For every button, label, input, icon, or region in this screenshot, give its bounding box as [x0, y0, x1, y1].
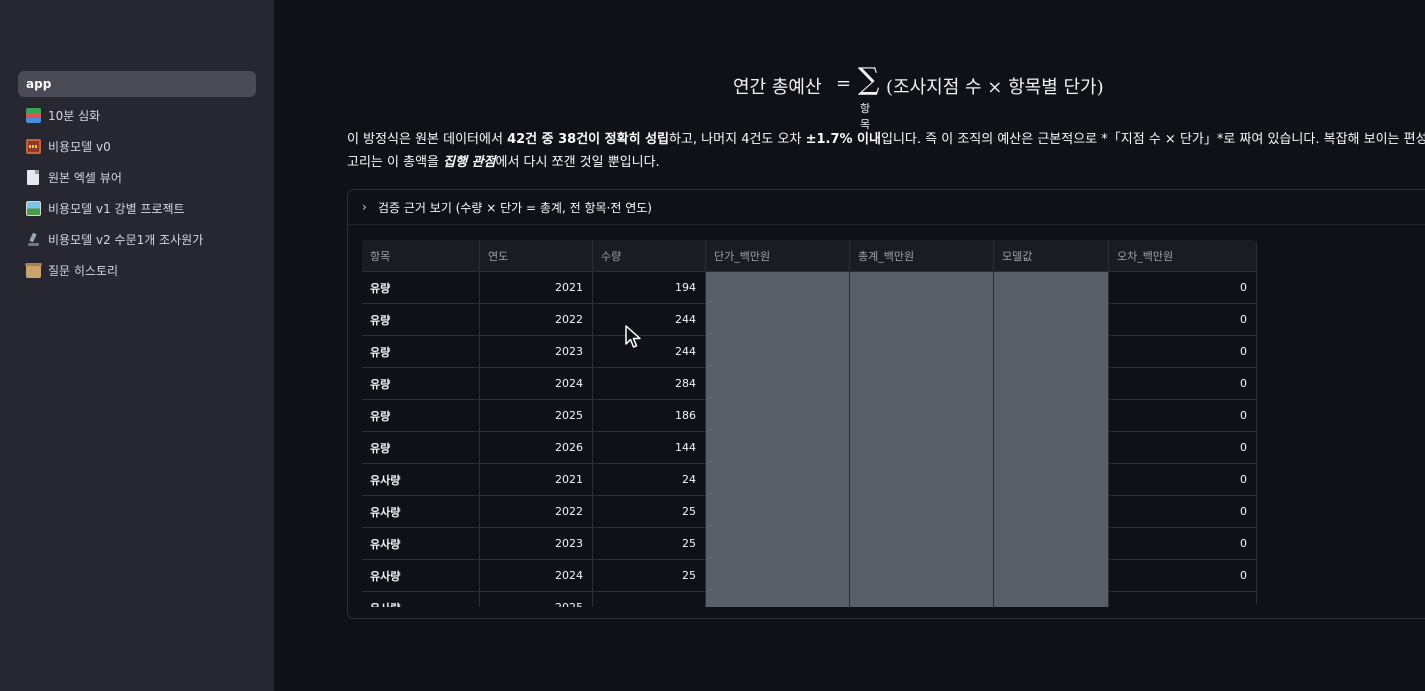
cell-quantity[interactable]: 25: [593, 560, 706, 592]
picture-icon: [26, 201, 41, 216]
text: 고리는 이 총액을: [347, 155, 444, 170]
cell-item[interactable]: 유사량: [362, 560, 480, 592]
column-header-total[interactable]: 총계_백만원: [850, 240, 994, 272]
cell-quantity[interactable]: 244: [593, 304, 706, 336]
cell-year[interactable]: 2023: [480, 336, 593, 368]
cell-quantity[interactable]: 244: [593, 336, 706, 368]
table-header-row: 항목 연도 수량 단가_백만원 총계_백만원 모델값 오차_백만원: [362, 240, 1257, 272]
cell-year[interactable]: 2023: [480, 528, 593, 560]
sidebar-item-label: 원본 엑셀 뷰어: [48, 171, 122, 185]
column-header-error[interactable]: 오차_백만원: [1109, 240, 1257, 272]
cell-quantity[interactable]: 284: [593, 368, 706, 400]
sigma-symbol: ∑: [858, 62, 880, 97]
paragraph-line-2: 고리는 이 총액을 집행 관점에서 다시 쪼갠 것일 뿐입니다.: [347, 151, 1425, 174]
cell-quantity[interactable]: 194: [593, 272, 706, 304]
sidebar-item-cost-model-v0[interactable]: 비용모델 v0: [18, 131, 256, 162]
sidebar-item-app[interactable]: app: [18, 71, 256, 97]
sidebar-item-cost-model-v2[interactable]: 비용모델 v2 수문1개 조사원가: [18, 224, 256, 255]
microscope-icon: [26, 232, 41, 247]
cell-item[interactable]: 유사량: [362, 592, 480, 607]
cell-item[interactable]: 유사량: [362, 528, 480, 560]
sidebar-item-excel-viewer[interactable]: 원본 엑셀 뷰어: [18, 162, 256, 193]
text: 에서 다시 쪼갠 것일 뿐입니다.: [495, 155, 660, 170]
cell-quantity[interactable]: 25: [593, 496, 706, 528]
cell-quantity[interactable]: 25: [593, 528, 706, 560]
cell-year[interactable]: 2021: [480, 464, 593, 496]
cell-year[interactable]: 2025: [480, 400, 593, 432]
cell-item[interactable]: 유량: [362, 400, 480, 432]
cell-item[interactable]: 유사량: [362, 464, 480, 496]
sidebar-item-label: 질문 히스토리: [48, 264, 119, 278]
sidebar-item-label: 비용모델 v2 수문1개 조사원가: [48, 233, 204, 247]
cell-error[interactable]: [1109, 592, 1257, 607]
sidebar-item-label: 10분 심화: [48, 109, 101, 123]
cell-item[interactable]: 유량: [362, 368, 480, 400]
cell-item[interactable]: 유사량: [362, 496, 480, 528]
sidebar-item-label: 비용모델 v0: [48, 140, 111, 154]
cell-year[interactable]: 2022: [480, 496, 593, 528]
cell-year[interactable]: 2025: [480, 592, 593, 607]
masked-column-unit-price: [706, 272, 850, 607]
document-icon: [27, 170, 39, 185]
sidebar-nav: app 10분 심화 비용모델 v0 원본 엑셀 뷰어 비용모델 v1 강별 프…: [18, 71, 256, 286]
cell-year[interactable]: 2026: [480, 432, 593, 464]
column-header-unit-price[interactable]: 단가_백만원: [706, 240, 850, 272]
sidebar-item-question-history[interactable]: 질문 히스토리: [18, 255, 256, 286]
sidebar-item-label: 비용모델 v1 강별 프로젝트: [48, 202, 185, 216]
text: 이 방정식은 원본 데이터에서: [347, 132, 508, 147]
emphasis: 42건 중 38건이 정확히 성립: [507, 132, 669, 147]
column-header-quantity[interactable]: 수량: [593, 240, 706, 272]
formula-lhs: 연간 총예산: [733, 77, 822, 98]
sidebar-item-10min-deep-dive[interactable]: 10분 심화: [18, 100, 256, 131]
cell-error[interactable]: 0: [1109, 400, 1257, 432]
cell-year[interactable]: 2021: [480, 272, 593, 304]
cell-item[interactable]: 유량: [362, 432, 480, 464]
column-header-model-value[interactable]: 모델값: [994, 240, 1109, 272]
text: 입니다. 즉 이 조직의 예산은 근본적으로 *「지점 수 × 단가」*로 짜여…: [880, 132, 1425, 147]
column-header-year[interactable]: 연도: [480, 240, 593, 272]
cell-error[interactable]: 0: [1109, 432, 1257, 464]
emphasis: 집행 관점: [443, 155, 496, 170]
cell-quantity[interactable]: 24: [593, 464, 706, 496]
formula-equals: =: [836, 73, 852, 94]
sidebar-item-label: app: [26, 77, 52, 91]
mouse-cursor-icon: [625, 325, 641, 348]
cell-item[interactable]: 유량: [362, 272, 480, 304]
verification-table[interactable]: 항목 연도 수량 단가_백만원 총계_백만원 모델값 오차_백만원 유량 2021…: [362, 240, 1257, 607]
expander-label: 검증 근거 보기 (수량 × 단가 = 총계, 전 항목·전 연도): [378, 200, 652, 215]
cell-error[interactable]: 0: [1109, 368, 1257, 400]
cell-quantity[interactable]: 144: [593, 432, 706, 464]
cell-item[interactable]: 유량: [362, 304, 480, 336]
scroll-icon: [25, 263, 42, 278]
cell-error[interactable]: 0: [1109, 496, 1257, 528]
explanation-paragraph: 이 방정식은 원본 데이터에서 42건 중 38건이 정확히 성립하고, 나머지…: [347, 128, 1425, 174]
masked-column-total: [850, 272, 994, 607]
cell-error[interactable]: 0: [1109, 304, 1257, 336]
sidebar-item-cost-model-v1[interactable]: 비용모델 v1 강별 프로젝트: [18, 193, 256, 224]
books-icon: [26, 108, 41, 123]
text: 하고, 나머지 4건도 오차: [669, 132, 806, 147]
column-header-item[interactable]: 항목: [362, 240, 480, 272]
cell-quantity[interactable]: 186: [593, 400, 706, 432]
emphasis: ±1.7% 이내: [805, 132, 881, 147]
cell-item[interactable]: 유량: [362, 336, 480, 368]
cell-error[interactable]: 0: [1109, 560, 1257, 592]
paragraph-line-1: 이 방정식은 원본 데이터에서 42건 중 38건이 정확히 성립하고, 나머지…: [347, 128, 1425, 151]
expander-header[interactable]: › 검증 근거 보기 (수량 × 단가 = 총계, 전 항목·전 연도): [348, 190, 1425, 225]
cell-error[interactable]: 0: [1109, 464, 1257, 496]
cell-error[interactable]: 0: [1109, 272, 1257, 304]
cell-error[interactable]: 0: [1109, 336, 1257, 368]
chevron-right-icon: ›: [362, 200, 367, 214]
cell-quantity[interactable]: [593, 592, 706, 607]
cell-error[interactable]: 0: [1109, 528, 1257, 560]
masked-column-model-value: [994, 272, 1109, 607]
abacus-icon: [26, 139, 41, 154]
cell-year[interactable]: 2024: [480, 368, 593, 400]
cell-year[interactable]: 2024: [480, 560, 593, 592]
sidebar: app 10분 심화 비용모델 v0 원본 엑셀 뷰어 비용모델 v1 강별 프…: [0, 0, 274, 691]
cell-year[interactable]: 2022: [480, 304, 593, 336]
formula-rhs: (조사지점 수 × 항목별 단가): [886, 77, 1104, 98]
